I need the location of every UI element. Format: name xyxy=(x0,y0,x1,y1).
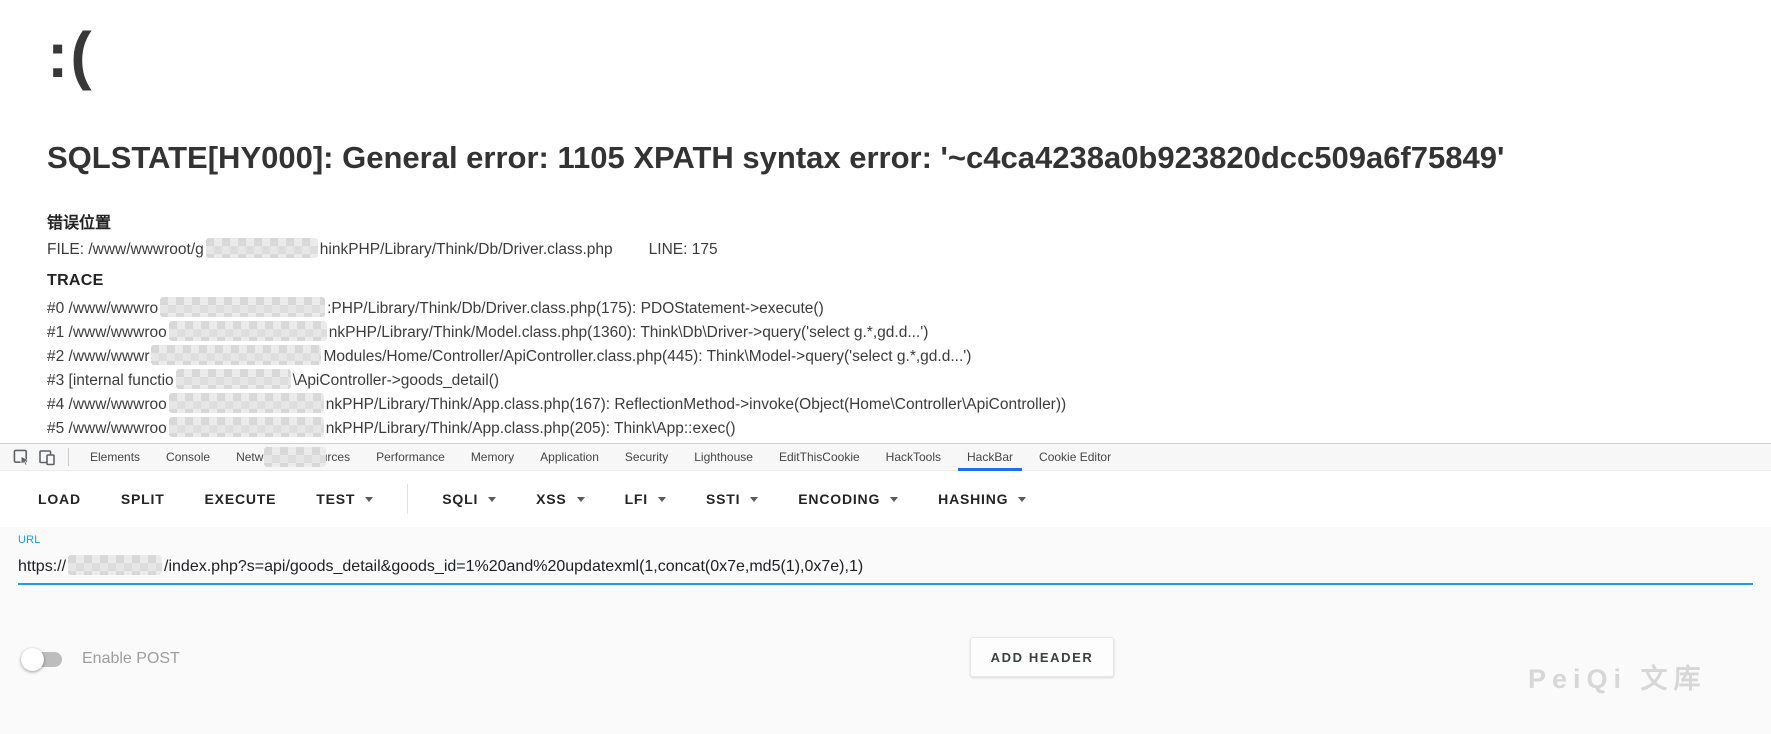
enable-post-label: Enable POST xyxy=(82,650,180,668)
file-path-suffix: hinkPHP/Library/Think/Db/Driver.class.ph… xyxy=(320,241,613,258)
error-file-line: FILE: /www/wwwroot/g hinkPHP/Library/Thin… xyxy=(47,238,718,259)
xss-menu-button[interactable]: XSS xyxy=(520,481,600,517)
button-label: TEST xyxy=(316,491,355,507)
test-menu-button[interactable]: TEST xyxy=(300,481,389,517)
trace-prefix: #2 /www/wwwr xyxy=(47,348,149,365)
watermark: PeiQi 文库 xyxy=(1528,657,1707,696)
censored-region xyxy=(151,345,321,365)
inspect-element-icon[interactable] xyxy=(8,446,34,468)
tab-lighthouse[interactable]: Lighthouse xyxy=(681,444,766,471)
encoding-menu-button[interactable]: ENCODING xyxy=(782,481,914,517)
chevron-down-icon xyxy=(577,497,585,502)
button-label: ENCODING xyxy=(798,491,880,507)
censored-region xyxy=(68,555,162,575)
button-label: SSTI xyxy=(706,491,740,507)
error-line-number: LINE: 175 xyxy=(649,241,718,258)
trace-suffix: nkPHP/Library/Think/Model.class.php(1360… xyxy=(329,324,929,341)
ssti-menu-button[interactable]: SSTI xyxy=(690,481,774,517)
tab-memory[interactable]: Memory xyxy=(458,444,527,471)
chevron-down-icon xyxy=(488,497,496,502)
url-suffix: /index.php?s=api/goods_detail&goods_id=1… xyxy=(164,558,863,575)
devtools-tabbar: Elements Console Network Sources Perform… xyxy=(0,444,1771,471)
button-label: EXECUTE xyxy=(205,491,277,507)
add-header-button[interactable]: ADD HEADER xyxy=(970,637,1114,677)
url-input-focus-underline xyxy=(18,583,1753,585)
trace-list: #0 /www/wwwro :PHP/Library/Think/Db/Drive… xyxy=(47,297,1066,441)
chevron-down-icon xyxy=(890,497,898,502)
file-path-prefix: FILE: /www/wwwroot/g xyxy=(47,241,204,258)
trace-suffix: :PHP/Library/Think/Db/Driver.class.php(1… xyxy=(327,300,824,317)
tab-security[interactable]: Security xyxy=(612,444,681,471)
hackbar-panel-body: URL https:// /index.php?s=api/goods_detai… xyxy=(0,527,1771,734)
error-location-heading: 错误位置 xyxy=(47,209,111,233)
button-label: SQLI xyxy=(442,491,478,507)
trace-suffix: Modules/Home/Controller/ApiController.cl… xyxy=(323,348,971,365)
censored-region xyxy=(160,297,325,317)
trace-prefix: #0 /www/wwwro xyxy=(47,300,158,317)
trace-prefix: #1 /www/wwwroo xyxy=(47,324,167,341)
toolbar-divider xyxy=(407,484,408,514)
tab-hacktools[interactable]: HackTools xyxy=(873,444,954,471)
load-button[interactable]: LOAD xyxy=(22,481,97,517)
chevron-down-icon xyxy=(658,497,666,502)
trace-suffix: nkPHP/Library/Think/App.class.php(205): … xyxy=(326,420,736,437)
trace-line: #0 /www/wwwro :PHP/Library/Think/Db/Drive… xyxy=(47,297,1066,321)
button-label: SPLIT xyxy=(121,491,165,507)
button-label: XSS xyxy=(536,491,566,507)
devtools-panel: Elements Console Network Sources Perform… xyxy=(0,443,1771,733)
toggle-knob[interactable] xyxy=(21,648,44,671)
sqli-menu-button[interactable]: SQLI xyxy=(426,481,512,517)
tab-hackbar[interactable]: HackBar xyxy=(954,444,1026,471)
error-title: SQLSTATE[HY000]: General error: 1105 XPA… xyxy=(47,140,1504,176)
trace-prefix: #5 /www/wwwroo xyxy=(47,420,167,437)
trace-prefix: #4 /www/wwwroo xyxy=(47,396,167,413)
error-page: :( SQLSTATE[HY000]: General error: 1105 … xyxy=(0,0,1771,443)
tabbar-divider xyxy=(68,448,69,466)
chevron-down-icon xyxy=(1018,497,1026,502)
execute-button[interactable]: EXECUTE xyxy=(189,481,293,517)
censored-region xyxy=(264,447,326,467)
url-prefix: https:// xyxy=(18,558,66,575)
tab-application[interactable]: Application xyxy=(527,444,612,471)
tab-performance[interactable]: Performance xyxy=(363,444,458,471)
tab-editthiscookie[interactable]: EditThisCookie xyxy=(766,444,873,471)
button-label: HASHING xyxy=(938,491,1008,507)
tab-console[interactable]: Console xyxy=(153,444,223,471)
chevron-down-icon xyxy=(750,497,758,502)
toggle-track[interactable] xyxy=(24,652,62,667)
trace-line: #5 /www/wwwroo nkPHP/Library/Think/App.cl… xyxy=(47,417,1066,441)
tab-cookie-editor[interactable]: Cookie Editor xyxy=(1026,444,1124,471)
tab-elements[interactable]: Elements xyxy=(77,444,153,471)
trace-heading: TRACE xyxy=(47,272,104,290)
button-label: LOAD xyxy=(38,491,81,507)
enable-post-toggle[interactable]: Enable POST xyxy=(24,645,180,673)
censored-region xyxy=(169,393,324,413)
censored-region xyxy=(206,238,318,258)
trace-line: #2 /www/wwwr Modules/Home/Controller/ApiC… xyxy=(47,345,1066,369)
trace-line: #3 [internal functio \ApiController->good… xyxy=(47,369,1066,393)
trace-line: #4 /www/wwwroo nkPHP/Library/Think/App.cl… xyxy=(47,393,1066,417)
trace-suffix: nkPHP/Library/Think/App.class.php(167): … xyxy=(326,396,1066,413)
split-button[interactable]: SPLIT xyxy=(105,481,181,517)
sad-face-emoticon: :( xyxy=(47,18,94,92)
button-label: LFI xyxy=(625,491,648,507)
hackbar-toolbar: LOAD SPLIT EXECUTE TEST SQLI XSS LFI SST… xyxy=(0,471,1771,527)
url-field-label: URL xyxy=(18,534,41,546)
trace-suffix: \ApiController->goods_detail() xyxy=(293,372,499,389)
censored-region xyxy=(169,417,324,437)
trace-prefix: #3 [internal functio xyxy=(47,372,174,389)
device-toolbar-icon[interactable] xyxy=(34,446,60,468)
censored-region xyxy=(169,321,327,341)
url-input[interactable]: https:// /index.php?s=api/goods_detail&go… xyxy=(18,555,863,576)
lfi-menu-button[interactable]: LFI xyxy=(609,481,682,517)
chevron-down-icon xyxy=(365,497,373,502)
censored-region xyxy=(176,369,291,389)
trace-line: #1 /www/wwwroo nkPHP/Library/Think/Model.… xyxy=(47,321,1066,345)
hashing-menu-button[interactable]: HASHING xyxy=(922,481,1042,517)
